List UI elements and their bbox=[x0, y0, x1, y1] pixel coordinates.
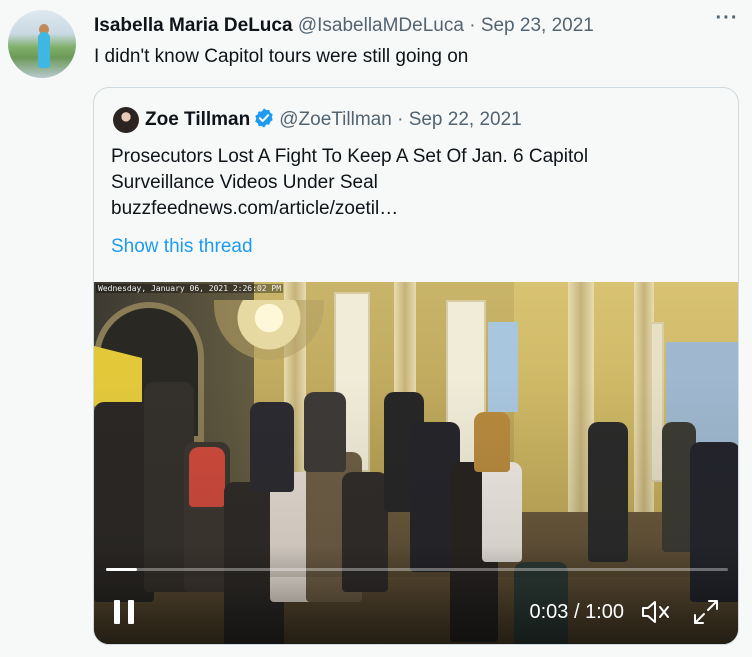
author-handle-text: @IsabellaMDeLuca bbox=[297, 15, 464, 36]
show-thread-link[interactable]: Show this thread bbox=[111, 235, 253, 259]
quoted-tweet[interactable]: Zoe Tillman @ZoeTillman · Sep 22, 2021 P… bbox=[93, 87, 739, 645]
quoted-header-separator: · bbox=[391, 109, 409, 130]
video-current-time: 0:03 bbox=[529, 601, 569, 623]
author-handle[interactable]: @IsabellaMDeLuca bbox=[298, 15, 464, 36]
author-avatar[interactable] bbox=[8, 10, 76, 78]
video-progress-bar[interactable] bbox=[106, 568, 728, 571]
pause-icon[interactable] bbox=[114, 600, 136, 624]
author-name[interactable]: Isabella Maria DeLuca bbox=[94, 15, 293, 36]
video-player[interactable]: Wednesday, January 06, 2021 2:26:02 PM 0… bbox=[94, 282, 738, 644]
pause-icon-bar bbox=[114, 600, 120, 624]
quoted-tweet-header: Zoe Tillman @ZoeTillman · Sep 22, 2021 bbox=[145, 107, 522, 133]
quoted-author-handle[interactable]: @ZoeTillman bbox=[279, 109, 392, 130]
tweet-header: Isabella Maria DeLuca @IsabellaMDeLuca ·… bbox=[94, 14, 594, 38]
video-camera-timestamp: Wednesday, January 06, 2021 2:26:02 PM bbox=[96, 284, 284, 293]
header-separator: · bbox=[463, 15, 481, 36]
fullscreen-icon[interactable] bbox=[692, 598, 720, 626]
more-options-icon[interactable]: ··· bbox=[714, 8, 740, 34]
tweet-text: I didn't know Capitol tours were still g… bbox=[94, 46, 469, 67]
tweet[interactable]: Isabella Maria DeLuca @IsabellaMDeLuca ·… bbox=[0, 0, 752, 657]
quoted-tweet-date[interactable]: Sep 22, 2021 bbox=[409, 109, 522, 130]
video-time: 0:03 / 1:00 bbox=[504, 599, 624, 625]
quoted-text-link[interactable]: buzzfeednews.com/article/zoetil… bbox=[111, 196, 721, 222]
avatar-figure-body bbox=[38, 32, 50, 68]
video-controls-gradient bbox=[94, 546, 738, 644]
quoted-text-line: Prosecutors Lost A Fight To Keep A Set O… bbox=[111, 146, 589, 167]
verified-badge-icon bbox=[255, 108, 273, 128]
quoted-author-name[interactable]: Zoe Tillman bbox=[145, 109, 250, 130]
tweet-date[interactable]: Sep 23, 2021 bbox=[481, 15, 594, 36]
quoted-tweet-text: Prosecutors Lost A Fight To Keep A Set O… bbox=[111, 144, 721, 222]
quoted-text-line: Surveillance Videos Under Seal bbox=[111, 172, 378, 193]
video-duration: 1:00 bbox=[585, 601, 624, 623]
video-progress-fill bbox=[106, 568, 138, 571]
quoted-author-avatar[interactable] bbox=[113, 107, 139, 133]
pause-icon-bar bbox=[128, 600, 134, 624]
muted-speaker-icon[interactable] bbox=[640, 598, 672, 626]
video-time-separator: / bbox=[568, 601, 586, 623]
